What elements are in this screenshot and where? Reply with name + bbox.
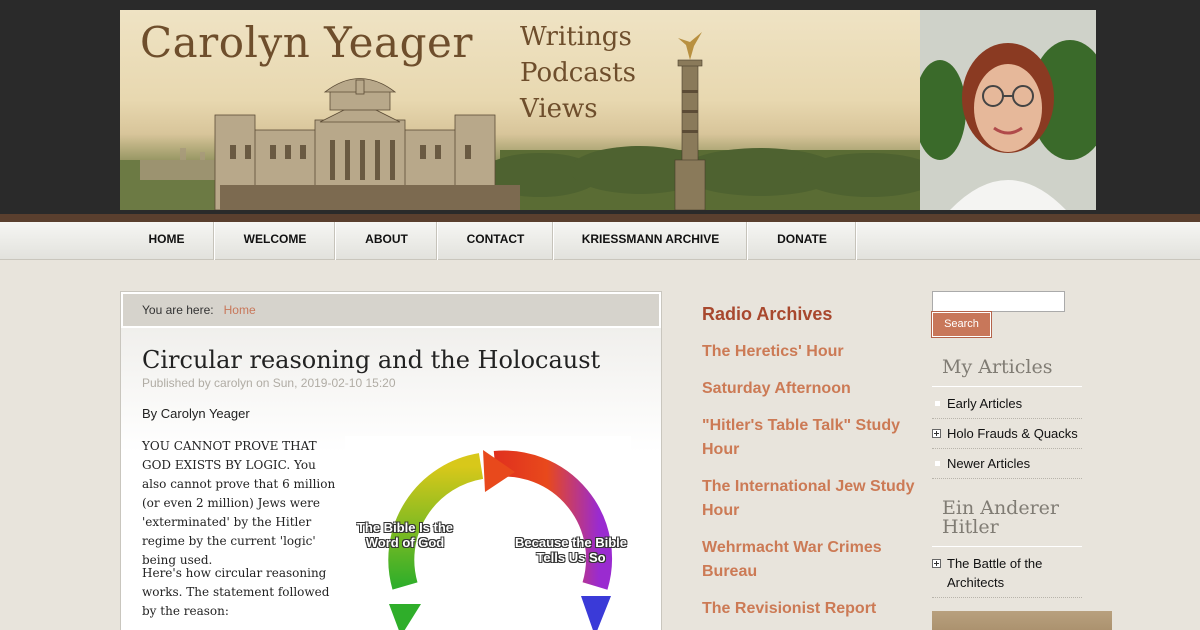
nav-about[interactable]: ABOUT: [337, 222, 438, 260]
author-photo: [920, 10, 1096, 210]
breadcrumb-home-link[interactable]: Home: [224, 303, 256, 317]
sidebar-item-newer-articles[interactable]: Newer Articles: [947, 454, 1082, 473]
header-stripe: [0, 214, 1200, 222]
circular-reasoning-diagram: The Bible Is the Word of God Because the…: [345, 436, 631, 630]
radio-archives-title: Radio Archives: [702, 304, 833, 324]
radio-link-revisionist-report[interactable]: The Revisionist Report: [702, 597, 922, 621]
sidebar-item-early-articles[interactable]: Early Articles: [947, 394, 1082, 413]
ein-anderer-hitler-title: Ein Anderer Hitler: [942, 497, 1059, 538]
nav-welcome[interactable]: WELCOME: [216, 222, 336, 260]
divider: [932, 418, 1082, 419]
nav-home[interactable]: HOME: [120, 222, 215, 260]
divider: [932, 597, 1082, 598]
book-cover-image[interactable]: [932, 611, 1112, 630]
nav-kriessmann-archive[interactable]: KRIESSMANN ARCHIVE: [555, 222, 748, 260]
bullet-icon: [935, 401, 940, 406]
radio-link-heretics-hour[interactable]: The Heretics' Hour: [702, 340, 922, 364]
divider: [932, 478, 1082, 479]
breadcrumb-prefix: You are here:: [142, 303, 214, 317]
article-meta: Published by carolyn on Sun, 2019-02-10 …: [142, 376, 396, 390]
site-name[interactable]: Carolyn Yeager: [140, 18, 473, 67]
nav-contact[interactable]: CONTACT: [439, 222, 554, 260]
radio-link-table-talk[interactable]: "Hitler's Table Talk" Study Hour: [702, 414, 922, 462]
expand-plus-icon[interactable]: [932, 429, 941, 438]
tagline-writings: Writings: [520, 22, 632, 52]
main-nav: HOME WELCOME ABOUT CONTACT KRIESSMANN AR…: [0, 222, 1200, 260]
my-articles-title: My Articles: [942, 356, 1053, 378]
tagline-views: Views: [520, 94, 598, 124]
nav-donate[interactable]: DONATE: [749, 222, 857, 260]
article-byline: By Carolyn Yeager: [142, 406, 250, 421]
diagram-label-right: Because the Bible Tells Us So: [515, 535, 627, 565]
divider: [932, 546, 1082, 547]
sidebar-item-holo-frauds[interactable]: Holo Frauds & Quacks: [947, 424, 1082, 443]
radio-archives: Radio Archives The Heretics' Hour Saturd…: [702, 304, 922, 630]
bullet-icon: [935, 461, 940, 466]
header-banner: Carolyn Yeager Writings Podcasts Views: [120, 10, 920, 210]
radio-link-saturday-afternoon[interactable]: Saturday Afternoon: [702, 377, 922, 401]
expand-plus-icon[interactable]: [932, 559, 941, 568]
search-input[interactable]: [932, 291, 1065, 312]
sidebar-item-battle-of-architects[interactable]: The Battle of the Architects: [947, 554, 1082, 592]
article-panel: You are here: Home Circular reasoning and…: [120, 291, 662, 630]
radio-link-wehrmacht-bureau[interactable]: Wehrmacht War Crimes Bureau: [702, 536, 922, 584]
search-button[interactable]: Search: [931, 311, 992, 338]
divider: [932, 448, 1082, 449]
article-body: Circular reasoning and the Holocaust Pub…: [121, 328, 661, 630]
diagram-label-left: The Bible Is the Word of God: [356, 520, 454, 550]
article-title[interactable]: Circular reasoning and the Holocaust: [142, 346, 600, 374]
article-paragraph: YOU CANNOT PROVE THAT GOD EXISTS BY LOGI…: [142, 439, 336, 567]
tagline-podcasts: Podcasts: [520, 58, 636, 88]
radio-link-international-jew[interactable]: The International Jew Study Hour: [702, 475, 922, 523]
article-paragraph: Here's how circular reasoning works. The…: [142, 566, 330, 618]
breadcrumb: You are here: Home: [123, 294, 659, 326]
divider: [932, 386, 1082, 387]
